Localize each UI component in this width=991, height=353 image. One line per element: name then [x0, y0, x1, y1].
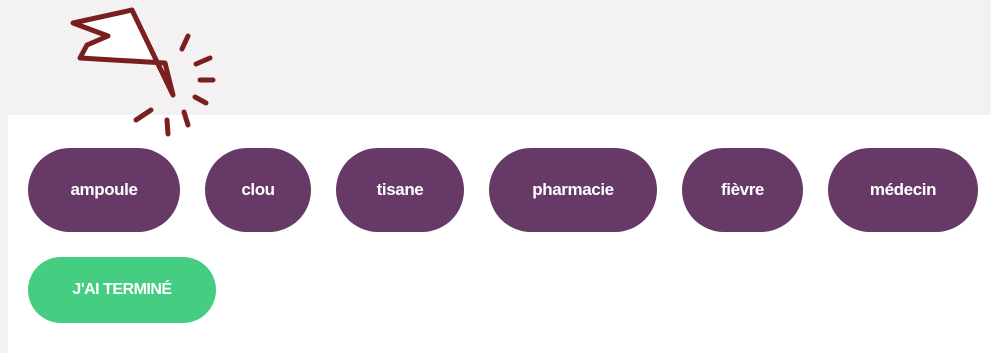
word-option-ampoule[interactable]: ampoule	[28, 148, 180, 232]
word-option-tisane[interactable]: tisane	[336, 148, 464, 232]
word-option-medecin[interactable]: médecin	[828, 148, 978, 232]
word-option-fievre[interactable]: fièvre	[682, 148, 803, 232]
cursor-click-icon	[70, 7, 216, 137]
done-button[interactable]: J'AI TERMINÉ	[28, 257, 216, 323]
word-choices: ampoule clou tisane pharmacie fièvre méd…	[28, 148, 978, 232]
word-option-pharmacie[interactable]: pharmacie	[489, 148, 657, 232]
word-option-clou[interactable]: clou	[205, 148, 311, 232]
